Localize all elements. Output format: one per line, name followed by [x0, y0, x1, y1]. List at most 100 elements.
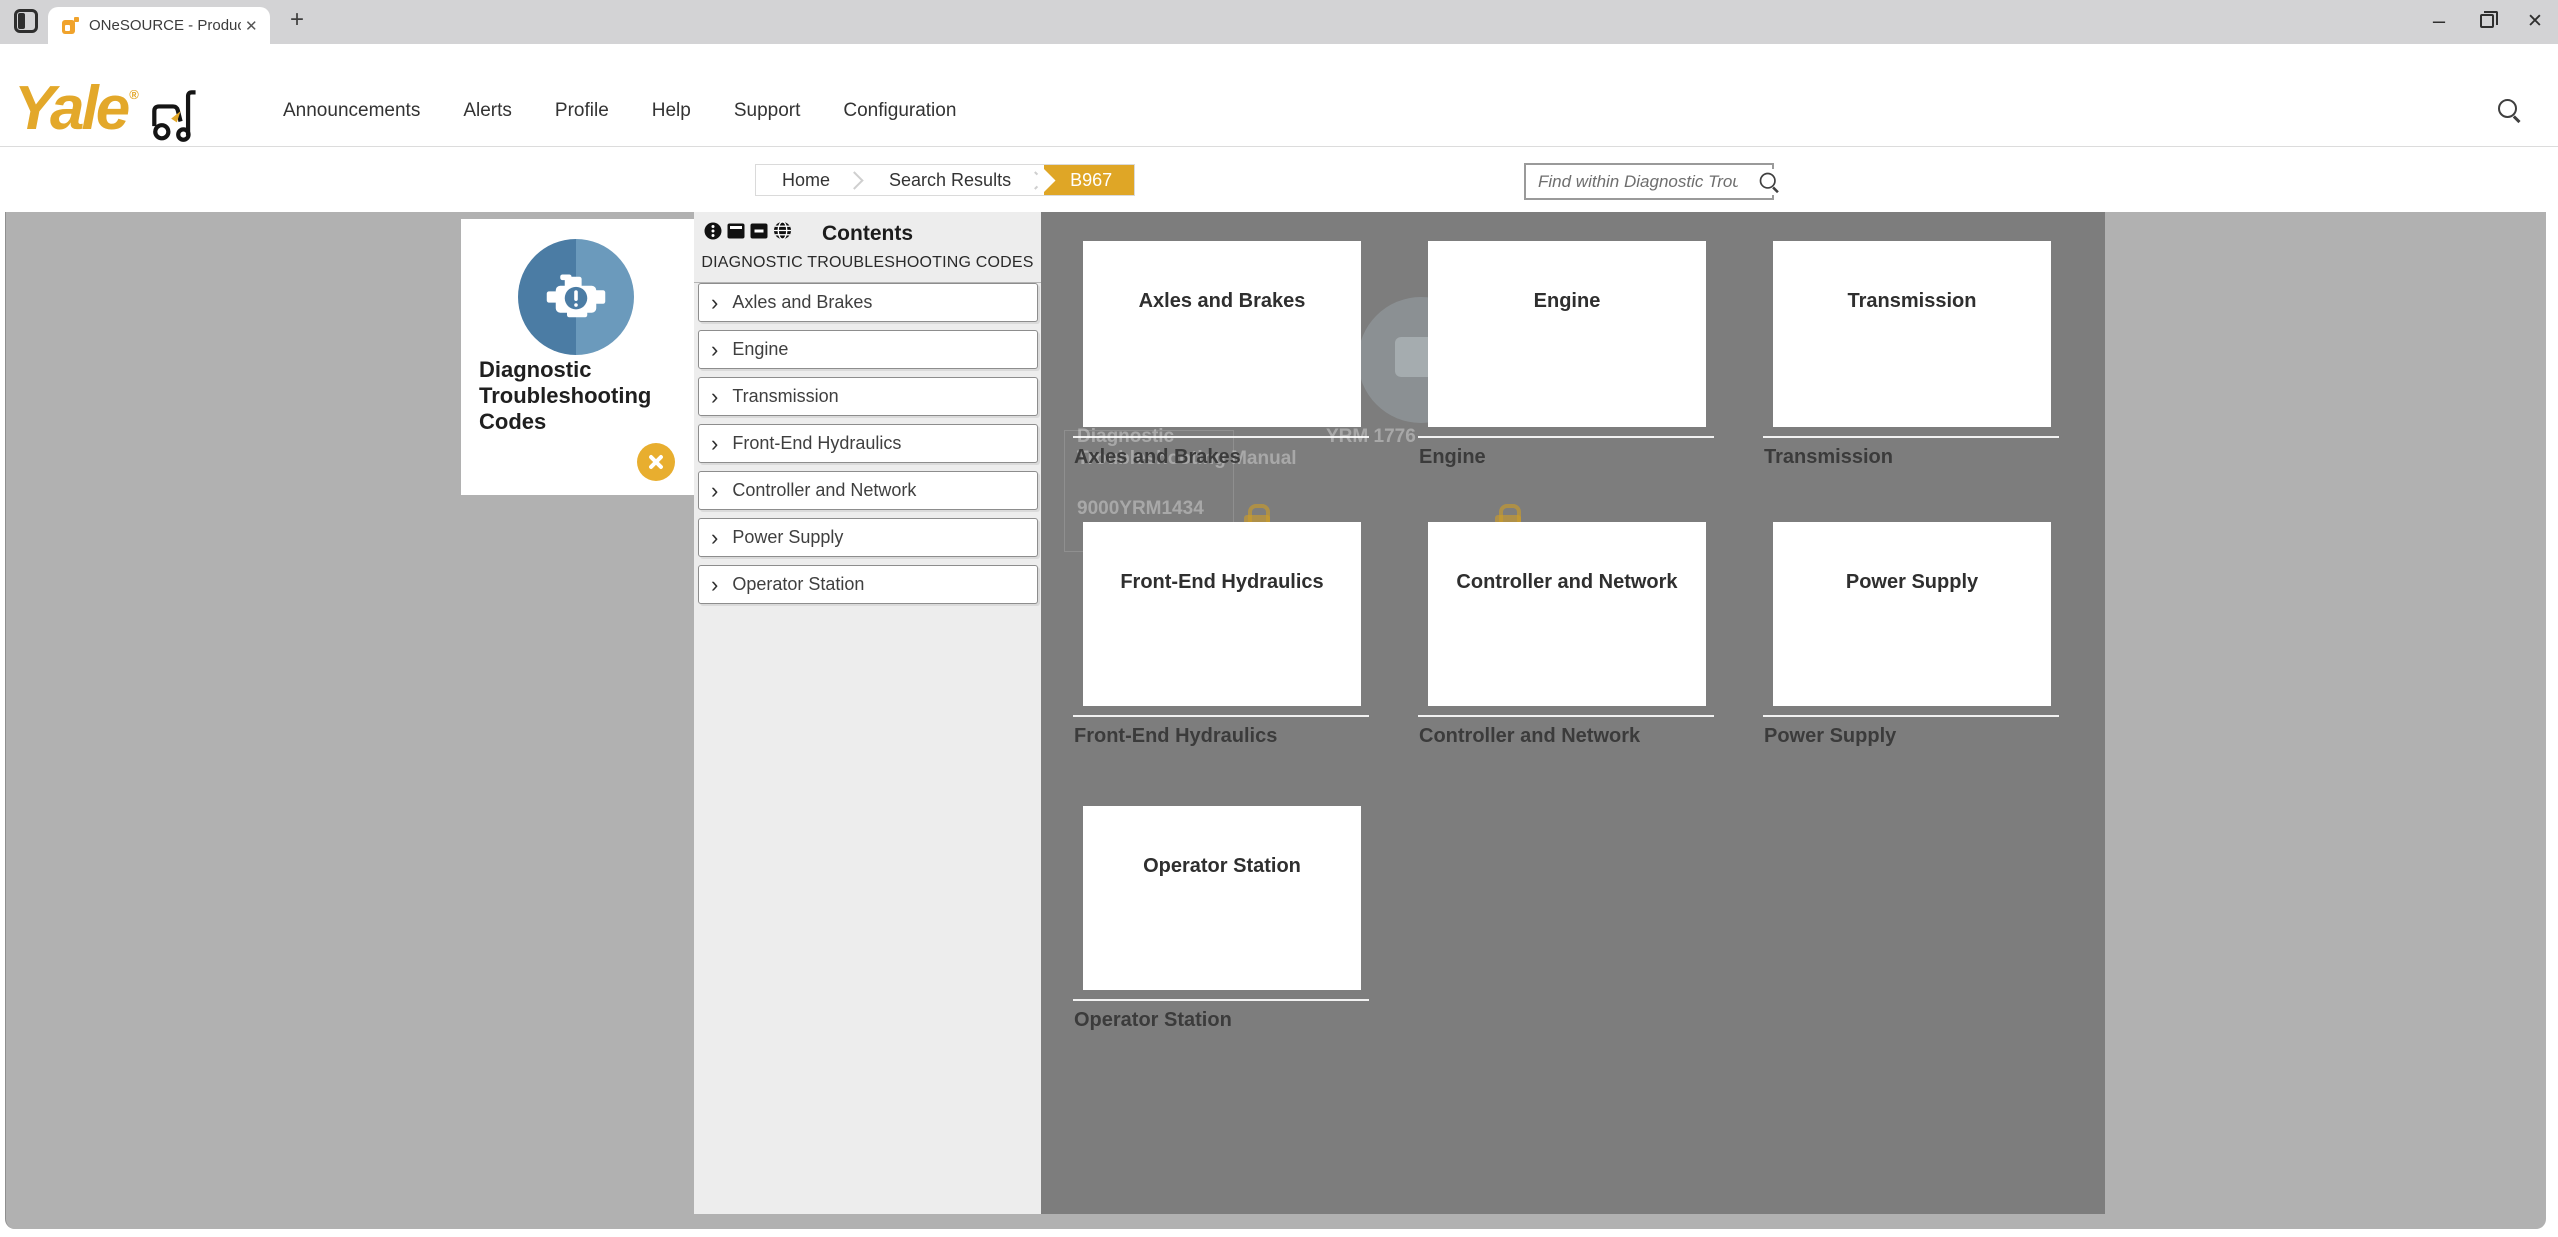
- contents-toolbar: [704, 221, 792, 240]
- contents-item-controller-and-network[interactable]: Controller and Network: [698, 471, 1038, 510]
- tile-axles-and-brakes[interactable]: Axles and BrakesAxles and Brakes: [1083, 241, 1361, 427]
- tile-power-supply[interactable]: Power SupplyPower Supply: [1773, 522, 2051, 706]
- tile-engine[interactable]: EngineEngine: [1428, 241, 1706, 427]
- tile-caption: Axles and Brakes: [1074, 446, 1241, 469]
- contents-item-label: Axles and Brakes: [732, 292, 872, 313]
- breadcrumb: HomeSearch ResultsB967: [755, 164, 1135, 196]
- new-tab-button[interactable]: [284, 8, 310, 34]
- minimize-icon[interactable]: [2424, 8, 2454, 34]
- tile-underline: [1073, 436, 1369, 438]
- tab-actions-icon[interactable]: [14, 9, 38, 33]
- contents-item-label: Transmission: [732, 386, 838, 407]
- tile-title: Axles and Brakes: [1139, 290, 1306, 427]
- contents-item-front-end-hydraulics[interactable]: Front-End Hydraulics: [698, 424, 1038, 463]
- tile-card[interactable]: Power Supply: [1773, 522, 2051, 706]
- breadcrumb-row: HomeSearch ResultsB967: [0, 147, 2558, 212]
- tile-underline: [1763, 715, 2059, 717]
- contents-item-label: Controller and Network: [732, 480, 916, 501]
- close-modal-button[interactable]: [637, 443, 675, 481]
- tile-title: Power Supply: [1846, 571, 1978, 706]
- contents-item-label: Operator Station: [732, 574, 864, 595]
- tile-caption: Controller and Network: [1419, 725, 1640, 748]
- tile-underline: [1763, 436, 2059, 438]
- product-title: Diagnostic Troubleshooting Codes: [479, 357, 694, 435]
- tile-caption: Engine: [1419, 446, 1486, 469]
- screen: { "browser": { "tab_title": "ONeSOURCE -…: [0, 0, 2558, 1237]
- find-within-search: [1524, 163, 1774, 200]
- nav-item-help[interactable]: Help: [652, 100, 691, 122]
- chevron-right-icon: [711, 386, 718, 408]
- window-controls: [2424, 4, 2550, 38]
- nav-item-configuration[interactable]: Configuration: [843, 100, 956, 122]
- tile-title: Transmission: [1848, 290, 1977, 427]
- contents-item-label: Engine: [732, 339, 788, 360]
- engine-warning-icon: [518, 239, 634, 355]
- find-search-icon[interactable]: [1756, 169, 1782, 195]
- tile-card[interactable]: Transmission: [1773, 241, 2051, 427]
- info-icon[interactable]: [704, 222, 722, 240]
- tile-operator-station[interactable]: Operator StationOperator Station: [1083, 806, 1361, 990]
- product-card: Diagnostic Troubleshooting Codes: [461, 219, 694, 495]
- main-nav: Announcements Alerts Profile Help Support Con…: [283, 75, 956, 147]
- breadcrumb-item-search-results[interactable]: Search Results: [863, 165, 1037, 195]
- yale-logo[interactable]: Yale ®: [14, 77, 203, 143]
- tile-title: Operator Station: [1143, 855, 1301, 990]
- restore-icon[interactable]: [2480, 14, 2494, 28]
- contents-accordion: Axles and Brakes Engine Transmission Front-…: [698, 283, 1038, 612]
- contents-item-power-supply[interactable]: Power Supply: [698, 518, 1038, 557]
- contents-panel: Contents DIAGNOSTIC TROUBLESHOOTING CODE…: [694, 212, 1041, 1214]
- contents-item-axles-and-brakes[interactable]: Axles and Brakes: [698, 283, 1038, 322]
- contents-item-label: Power Supply: [732, 527, 843, 548]
- tile-card[interactable]: Engine: [1428, 241, 1706, 427]
- nav-item-alerts[interactable]: Alerts: [463, 100, 512, 122]
- browser-tab-strip: ONeSOURCE - Product Details - B: [0, 0, 2558, 44]
- forklift-icon: [145, 83, 203, 143]
- tile-title: Controller and Network: [1456, 571, 1677, 706]
- dimmed-page-overlay: Diagnostic Troubleshooting Codes: [5, 212, 2546, 1229]
- onesource-favicon-icon: [62, 17, 79, 34]
- contents-item-label: Front-End Hydraulics: [732, 433, 901, 454]
- tile-card[interactable]: Axles and Brakes: [1083, 241, 1361, 427]
- contents-subtitle: DIAGNOSTIC TROUBLESHOOTING CODES: [694, 246, 1041, 272]
- tile-card[interactable]: Front-End Hydraulics: [1083, 522, 1361, 706]
- chevron-right-icon: [711, 292, 718, 314]
- tile-card[interactable]: Controller and Network: [1428, 522, 1706, 706]
- tile-caption: Operator Station: [1074, 1009, 1232, 1032]
- modal-grid-area: Diagnostic Troubleshooting Manual YRM 17…: [1041, 212, 2105, 1214]
- chevron-right-icon: [711, 527, 718, 549]
- globe-icon[interactable]: [773, 221, 792, 240]
- browser-tab[interactable]: ONeSOURCE - Product Details - B: [48, 7, 270, 44]
- tile-caption: Front-End Hydraulics: [1074, 725, 1277, 748]
- breadcrumb-item-b967[interactable]: B967: [1044, 165, 1134, 195]
- contents-item-operator-station[interactable]: Operator Station: [698, 565, 1038, 604]
- chevron-right-icon: [711, 433, 718, 455]
- chevron-right-icon: [711, 480, 718, 502]
- tile-transmission[interactable]: TransmissionTransmission: [1773, 241, 2051, 427]
- tab-close-icon[interactable]: [245, 17, 258, 35]
- panel-icon[interactable]: [727, 222, 745, 240]
- nav-item-support[interactable]: Support: [734, 100, 801, 122]
- nav-item-announcements[interactable]: Announcements: [283, 100, 420, 122]
- breadcrumb-item-home[interactable]: Home: [756, 165, 856, 195]
- address-bar-row: localhost:9999/products/yale/us/b967?sea…: [0, 44, 2558, 75]
- chevron-right-icon: [711, 574, 718, 596]
- contents-item-engine[interactable]: Engine: [698, 330, 1038, 369]
- tile-underline: [1418, 436, 1714, 438]
- chevron-right-icon: [711, 339, 718, 361]
- close-window-icon[interactable]: [2520, 10, 2550, 33]
- tile-front-end-hydraulics[interactable]: Front-End HydraulicsFront-End Hydraulics: [1083, 522, 1361, 706]
- find-within-input[interactable]: [1524, 163, 1774, 200]
- header-search-icon[interactable]: [2496, 97, 2524, 125]
- tile-caption: Power Supply: [1764, 725, 1896, 748]
- tile-underline: [1418, 715, 1714, 717]
- tile-card[interactable]: Operator Station: [1083, 806, 1361, 990]
- contents-item-transmission[interactable]: Transmission: [698, 377, 1038, 416]
- tab-title: ONeSOURCE - Product Details - B: [89, 17, 241, 34]
- tile-caption: Transmission: [1764, 446, 1893, 469]
- yale-logo-text: Yale: [14, 77, 127, 141]
- collapse-icon[interactable]: [750, 222, 768, 240]
- nav-item-profile[interactable]: Profile: [555, 100, 609, 122]
- tile-controller-and-network[interactable]: Controller and NetworkController and Net…: [1428, 522, 1706, 706]
- app-header: Yale ® Announcements Alerts Profile Help Sup…: [0, 75, 2558, 147]
- tile-underline: [1073, 999, 1369, 1001]
